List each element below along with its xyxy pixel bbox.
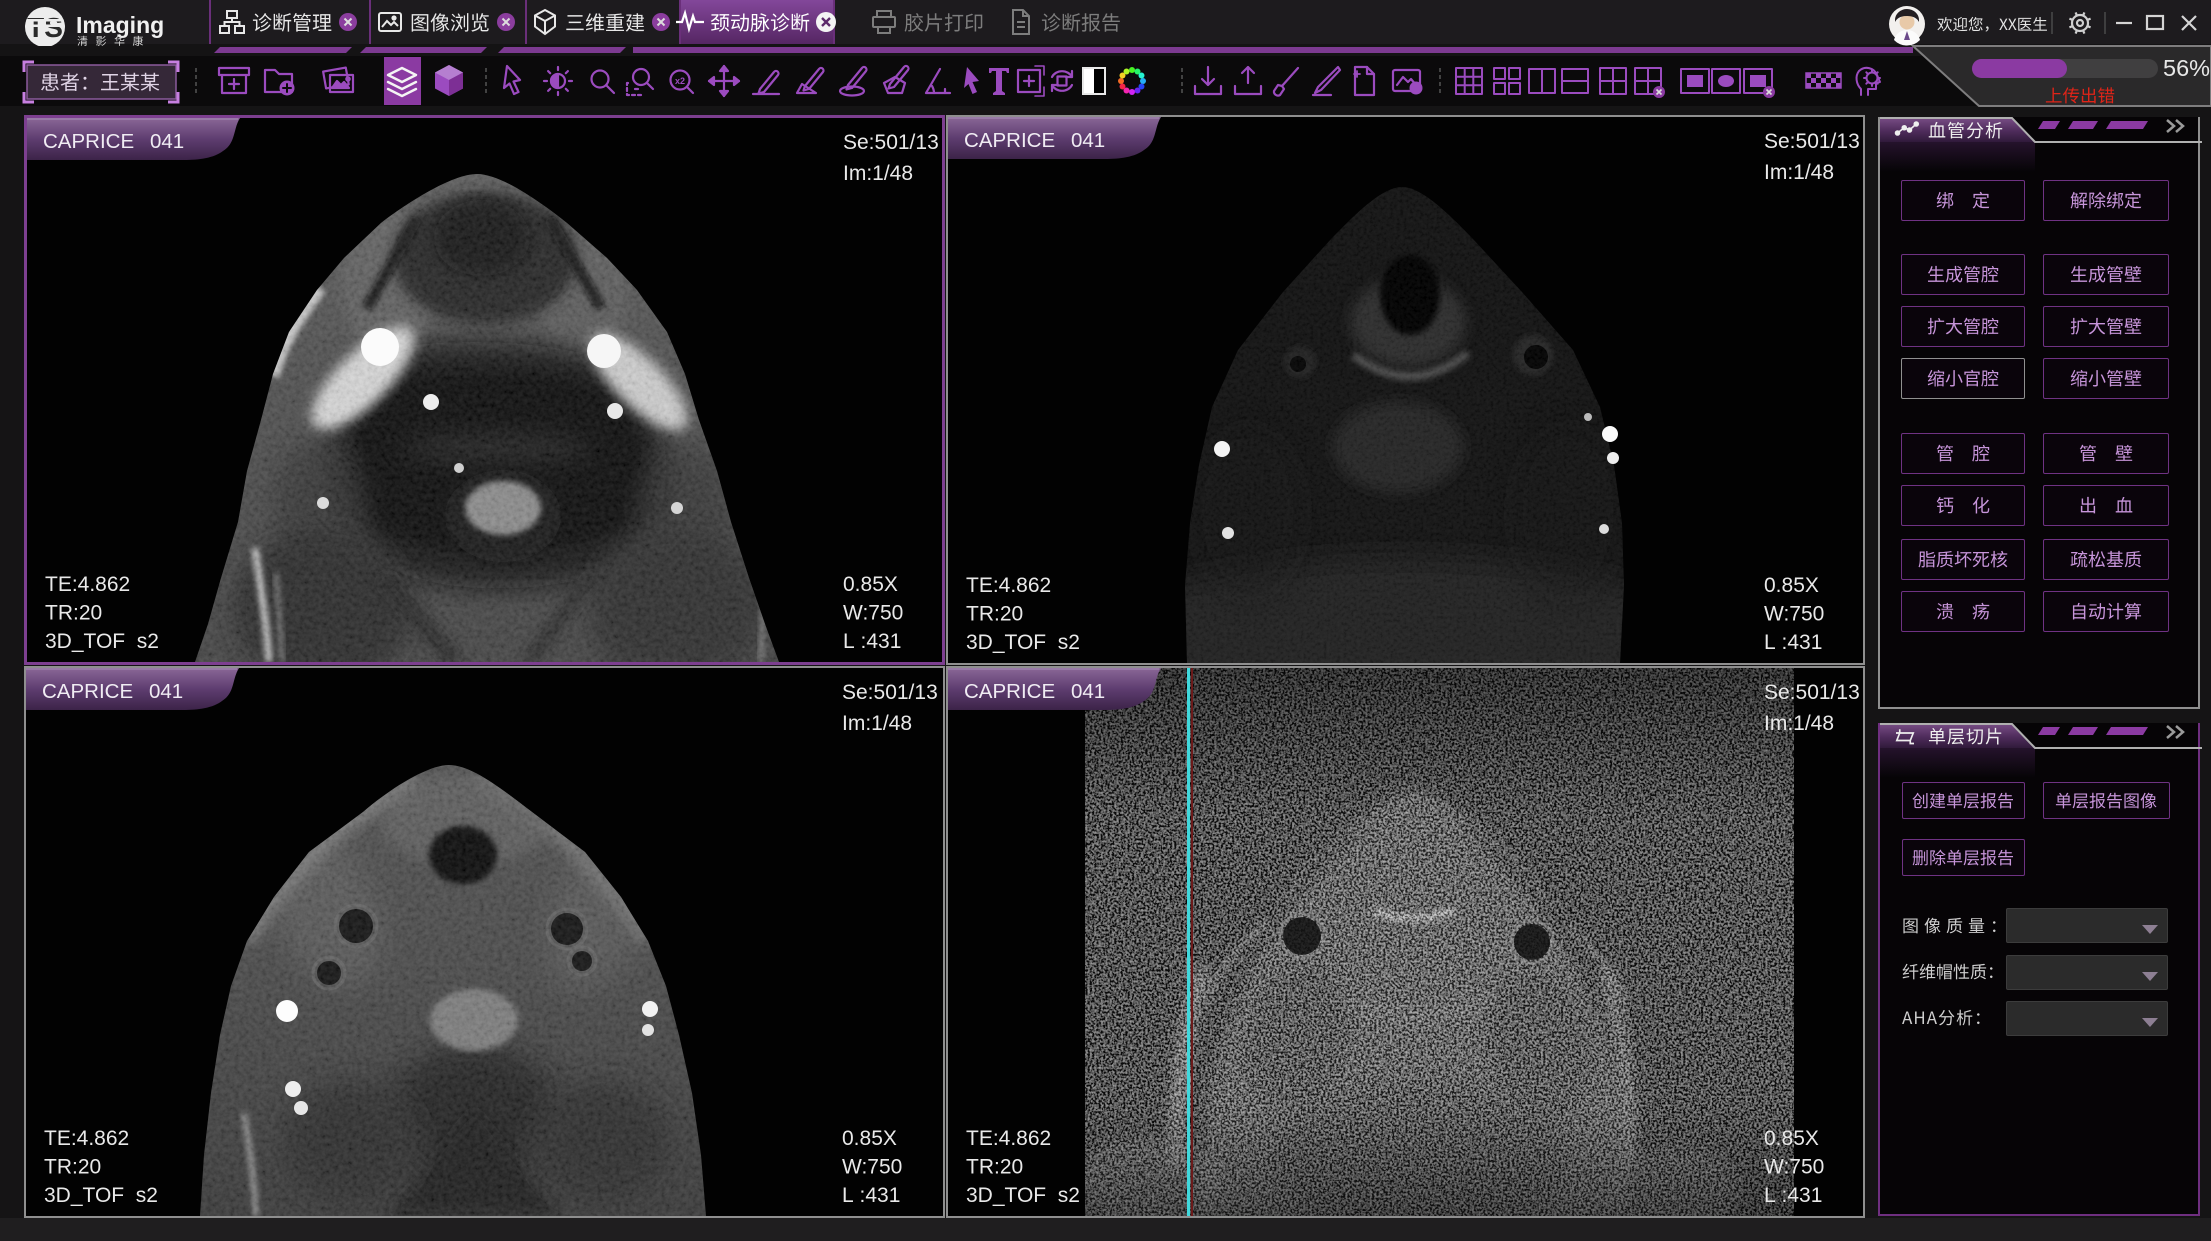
svg-text:L :431: L :431 — [842, 1184, 900, 1207]
svg-text:TS: TS — [27, 12, 63, 43]
svg-text:L :431: L :431 — [1764, 1184, 1822, 1207]
svg-text:041: 041 — [149, 680, 183, 703]
svg-text:Im:1/48: Im:1/48 — [1764, 161, 1834, 184]
svg-text:W:750: W:750 — [1764, 1156, 1824, 1179]
svg-text:Im:1/48: Im:1/48 — [843, 162, 913, 185]
svg-text:TR:20: TR:20 — [45, 602, 102, 625]
svg-text:0.85X: 0.85X — [1764, 1127, 1819, 1150]
svg-text:CAPRICE: CAPRICE — [964, 129, 1055, 152]
svg-text:Imaging: Imaging — [76, 12, 164, 38]
svg-text:TE:4.862: TE:4.862 — [45, 573, 130, 596]
svg-text:W:750: W:750 — [843, 602, 903, 625]
svg-text:TR:20: TR:20 — [966, 603, 1023, 626]
svg-text:041: 041 — [1071, 129, 1105, 152]
svg-text:L :431: L :431 — [1764, 631, 1822, 654]
svg-text:CAPRICE: CAPRICE — [964, 680, 1055, 703]
svg-text:Im:1/48: Im:1/48 — [1764, 712, 1834, 735]
svg-text:0.85X: 0.85X — [843, 573, 898, 596]
svg-text:3D_TOF s2: 3D_TOF s2 — [966, 1184, 1080, 1207]
svg-text:CAPRICE: CAPRICE — [42, 680, 133, 703]
svg-text:0.85X: 0.85X — [1764, 574, 1819, 597]
svg-text:Se:501/13: Se:501/13 — [842, 681, 938, 704]
svg-text:Se:501/13: Se:501/13 — [843, 131, 939, 154]
svg-text:TE:4.862: TE:4.862 — [966, 1127, 1051, 1150]
svg-text:3D_TOF s2: 3D_TOF s2 — [45, 630, 159, 653]
svg-text:Se:501/13: Se:501/13 — [1764, 681, 1860, 704]
svg-text:W:750: W:750 — [842, 1156, 902, 1179]
svg-text:Se:501/13: Se:501/13 — [1764, 130, 1860, 153]
svg-text:L :431: L :431 — [843, 630, 901, 653]
svg-text:3D_TOF s2: 3D_TOF s2 — [966, 631, 1080, 654]
svg-text:W:750: W:750 — [1764, 603, 1824, 626]
svg-text:Im:1/48: Im:1/48 — [842, 712, 912, 735]
svg-text:TE:4.862: TE:4.862 — [44, 1127, 129, 1150]
svg-text:TR:20: TR:20 — [966, 1156, 1023, 1179]
svg-text:3D_TOF s2: 3D_TOF s2 — [44, 1184, 158, 1207]
svg-text:0.85X: 0.85X — [842, 1127, 897, 1150]
svg-text:041: 041 — [150, 130, 184, 153]
svg-text:CAPRICE: CAPRICE — [43, 130, 134, 153]
svg-text:x2: x2 — [675, 76, 685, 86]
svg-text:TR:20: TR:20 — [44, 1156, 101, 1179]
svg-text:TE:4.862: TE:4.862 — [966, 574, 1051, 597]
svg-text:041: 041 — [1071, 680, 1105, 703]
